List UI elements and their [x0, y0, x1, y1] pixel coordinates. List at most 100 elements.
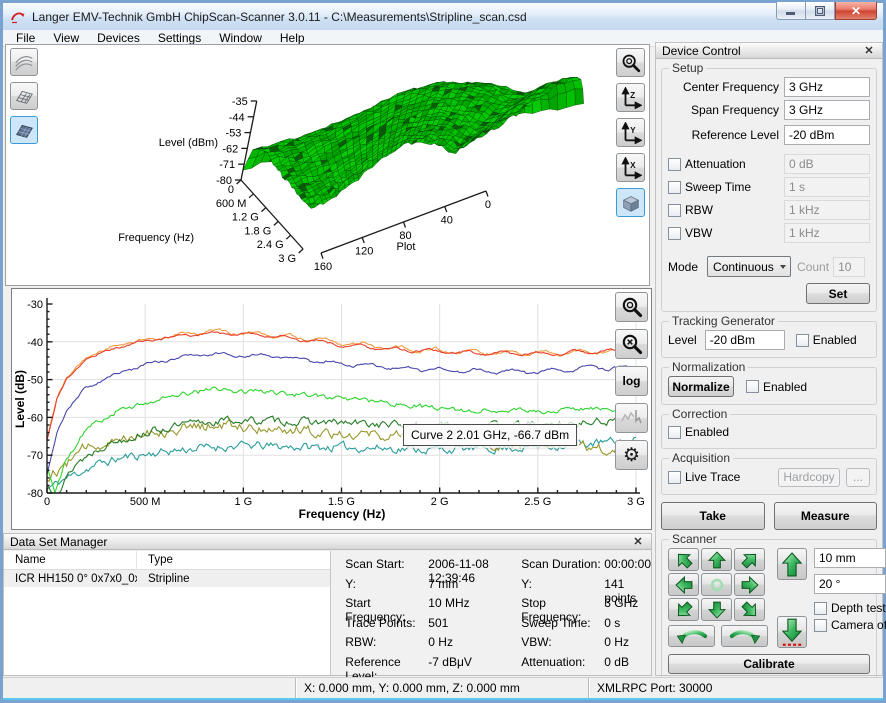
maximize-button[interactable] — [806, 2, 835, 20]
axis-y-icon[interactable]: Y — [616, 118, 645, 147]
surface-plot-3d[interactable]: -35-44-53-62-71-80Level (dBm)0600 M1.2 G… — [6, 45, 651, 285]
trace-picker-icon[interactable] — [615, 403, 648, 433]
attenuation-checkbox[interactable] — [668, 158, 681, 171]
normalization-enabled-checkbox[interactable] — [746, 380, 759, 393]
rbw-checkbox[interactable] — [668, 204, 681, 217]
app-icon[interactable] — [10, 9, 26, 25]
view-3d-icon[interactable] — [616, 188, 645, 217]
close-icon[interactable]: ✕ — [631, 535, 645, 548]
svg-text:Level (dBm): Level (dBm) — [159, 137, 218, 149]
scanner-rotate-ccw-button[interactable] — [668, 625, 715, 647]
zoom-in-icon[interactable] — [615, 292, 648, 322]
measure-button[interactable]: Measure — [774, 502, 878, 530]
live-trace-checkbox[interactable] — [668, 471, 681, 484]
scanner-z-up-button[interactable] — [777, 548, 807, 580]
svg-text:0: 0 — [228, 184, 234, 196]
depth-test-checkbox[interactable] — [814, 602, 827, 615]
close-icon[interactable]: ✕ — [862, 44, 876, 57]
scanner-move-right-button[interactable] — [734, 573, 765, 596]
more-options-button[interactable]: ... — [846, 468, 870, 487]
acquisition-legend: Acquisition — [669, 451, 733, 465]
reference-level-input[interactable] — [784, 125, 870, 145]
svg-text:-60: -60 — [27, 412, 43, 424]
sweep-time-checkbox[interactable] — [668, 181, 681, 194]
correction-enabled-label: Enabled — [685, 425, 729, 439]
take-button[interactable]: Take — [661, 502, 765, 530]
chart-toolbar: log ⚙ — [615, 292, 648, 470]
tg-level-label: Level — [668, 333, 701, 347]
log-scale-button[interactable]: log — [615, 366, 648, 396]
acquisition-group: Acquisition Live Trace Hardcopy ... — [661, 458, 877, 495]
surface-axis-toolbar: Z Y X — [616, 48, 645, 217]
scan-info-label: Y: — [345, 577, 428, 597]
svg-text:-80: -80 — [27, 488, 43, 500]
camera-off-checkbox[interactable] — [814, 619, 827, 632]
svg-text:120: 120 — [355, 245, 373, 257]
center-frequency-input[interactable] — [784, 77, 870, 97]
scanner-move-up-right-button[interactable] — [734, 548, 765, 571]
count-input[interactable] — [833, 257, 865, 277]
depth-test-label: Depth test — [831, 601, 886, 615]
setup-legend: Setup — [669, 61, 706, 75]
surface-wireframe-view-button[interactable] — [10, 82, 38, 110]
svg-text:-35: -35 — [232, 96, 248, 108]
chevron-down-icon — [780, 265, 786, 269]
tg-enabled-checkbox[interactable] — [796, 334, 809, 347]
svg-text:Plot: Plot — [397, 241, 416, 253]
tg-level-input[interactable] — [705, 330, 785, 350]
svg-text:Y: Y — [630, 126, 636, 135]
step-size-input[interactable] — [814, 548, 886, 568]
mode-dropdown[interactable]: Continuous — [707, 256, 791, 277]
axis-z-icon[interactable]: Z — [616, 83, 645, 112]
surface-lines-view-button[interactable] — [10, 48, 38, 76]
axis-x-icon[interactable]: X — [616, 153, 645, 182]
table-row[interactable]: ICR HH150 0° 0x7x0_0x0.05x0 Stripline — [4, 570, 330, 587]
column-header-name[interactable]: Name — [4, 551, 137, 569]
scanner-move-down-left-button[interactable] — [668, 598, 699, 621]
scanner-move-down-right-button[interactable] — [734, 598, 765, 621]
camera-off-label: Camera off — [831, 618, 886, 632]
sweep-time-label: Sweep Time — [685, 180, 784, 194]
spectrum-chart-2d[interactable]: 0500 M1 G1.5 G2 G2.5 G3 G-30-40-50-60-70… — [12, 289, 651, 529]
scanner-move-down-button[interactable] — [701, 598, 732, 621]
correction-group: Correction Enabled — [661, 414, 877, 449]
surface-filled-view-button[interactable] — [10, 116, 38, 144]
scan-info-grid: Scan Start:2006-11-08 12:39:46Scan Durat… — [331, 551, 651, 675]
zoom-reset-icon[interactable] — [615, 329, 648, 359]
calibrate-button[interactable]: Calibrate — [668, 654, 870, 674]
close-icon[interactable]: ✕ — [835, 2, 877, 20]
dataset-name: ICR HH150 0° 0x7x0_0x0.05x0 — [4, 573, 137, 585]
rotation-step-input[interactable] — [814, 574, 886, 594]
scanner-move-left-button[interactable] — [668, 573, 699, 596]
span-frequency-input[interactable] — [784, 100, 870, 120]
scanner-move-up-button[interactable] — [701, 548, 732, 571]
svg-text:-40: -40 — [27, 337, 43, 349]
correction-enabled-checkbox[interactable] — [668, 426, 681, 439]
minimize-button[interactable] — [776, 2, 806, 20]
scanner-move-up-left-button[interactable] — [668, 548, 699, 571]
status-xmlrpc-port: XMLRPC Port: 30000 — [589, 681, 883, 695]
scanner-rotate-cw-button[interactable] — [721, 625, 768, 647]
scan-info-label: Sweep Time: — [521, 616, 604, 636]
set-button[interactable]: Set — [806, 283, 870, 304]
zoom-icon[interactable] — [616, 48, 645, 77]
rbw-input[interactable] — [784, 200, 870, 220]
vbw-input[interactable] — [784, 223, 870, 243]
attenuation-input[interactable] — [784, 154, 870, 174]
svg-text:-44: -44 — [229, 112, 245, 124]
scanner-home-button[interactable] — [701, 573, 732, 596]
normalize-button[interactable]: Normalize — [668, 376, 734, 397]
scan-info-value: 501 — [428, 616, 521, 636]
tracking-generator-legend: Tracking Generator — [669, 314, 778, 328]
scan-info-value: 7 mm — [428, 577, 521, 597]
sweep-time-input[interactable] — [784, 177, 870, 197]
scan-info-label: Y: — [521, 577, 604, 597]
vbw-checkbox[interactable] — [668, 227, 681, 240]
svg-text:2.4 G: 2.4 G — [257, 239, 284, 251]
correction-legend: Correction — [669, 407, 730, 421]
column-header-type[interactable]: Type — [137, 554, 173, 566]
settings-gear-icon[interactable]: ⚙ — [615, 440, 648, 470]
surface-view-toolbar — [10, 48, 38, 144]
hardcopy-button[interactable]: Hardcopy — [778, 468, 840, 487]
scanner-z-down-button[interactable] — [777, 616, 807, 648]
